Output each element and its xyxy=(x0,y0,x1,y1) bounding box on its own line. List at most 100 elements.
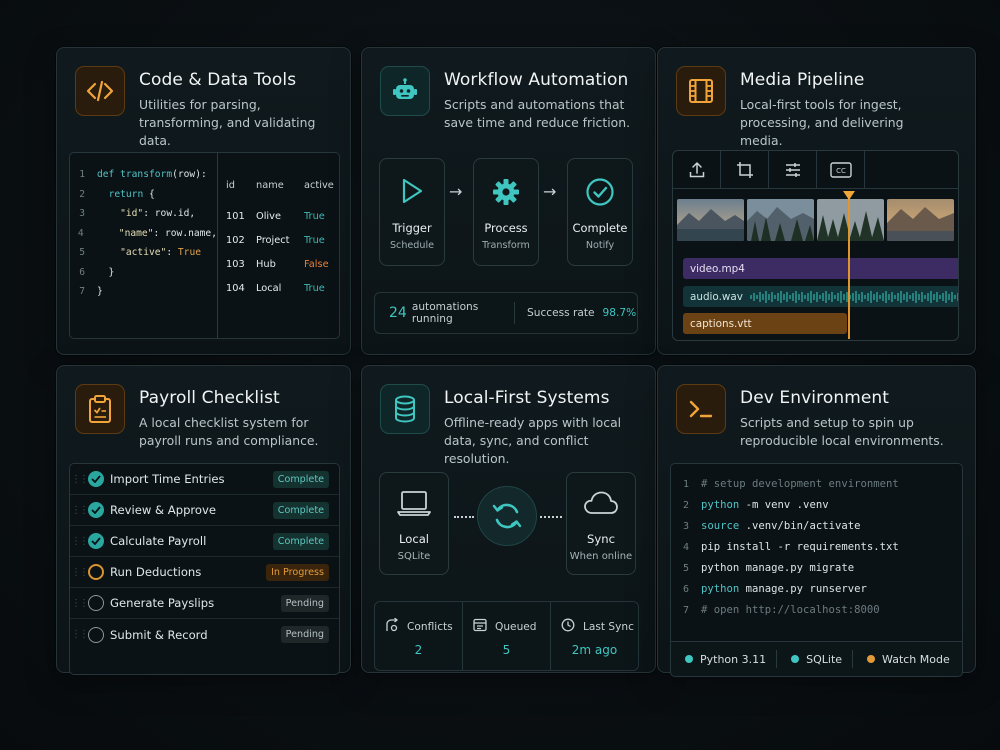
sliders-icon[interactable] xyxy=(769,151,817,189)
checklist-item-label: Generate Payslips xyxy=(110,596,215,610)
card-description: Offline-ready apps with local data, sync… xyxy=(444,415,622,466)
status-badge: Complete xyxy=(272,532,329,550)
status-dot xyxy=(867,655,876,663)
terminal-line: 2 python -m venv .venv xyxy=(682,499,829,511)
env-watch-mode[interactable]: Watch Mode xyxy=(853,650,960,668)
check-pending-icon[interactable] xyxy=(88,626,104,643)
sync-icon[interactable] xyxy=(477,486,537,546)
local-node[interactable]: Local SQLite xyxy=(379,472,449,575)
playhead-handle[interactable] xyxy=(843,191,855,200)
captions-track[interactable]: captions.vtt xyxy=(683,313,847,334)
env-python: Python 3.11 xyxy=(671,650,778,668)
flow-step-sub: Schedule xyxy=(389,240,435,251)
play-icon xyxy=(380,177,444,205)
stat-label: Conflicts xyxy=(407,620,453,633)
gear-icon xyxy=(474,177,538,207)
drag-handle-icon[interactable]: ⋮⋮ xyxy=(70,629,89,640)
database-icon xyxy=(380,384,430,434)
checklist-item[interactable]: ⋮⋮ Import Time Entries Complete xyxy=(70,464,339,495)
checklist-item[interactable]: ⋮⋮ Submit & Record Pending xyxy=(70,619,339,650)
drag-handle-icon[interactable]: ⋮⋮ xyxy=(70,598,89,609)
card-title: Media Pipeline xyxy=(740,70,865,90)
video-track[interactable]: video.mp4 xyxy=(683,258,958,279)
env-label: Watch Mode xyxy=(882,652,950,666)
success-rate: 98.7% xyxy=(602,307,637,319)
card-title: Payroll Checklist xyxy=(139,388,280,408)
upload-icon[interactable] xyxy=(673,151,721,189)
terminal-icon xyxy=(676,384,726,434)
status-badge: In Progress xyxy=(266,563,329,581)
media-pipeline-card[interactable]: Media Pipeline Local-first tools for ing… xyxy=(657,47,976,355)
payroll-checklist-card[interactable]: Payroll Checklist A local checklist syst… xyxy=(56,365,351,675)
audio-track[interactable]: audio.wav xyxy=(683,286,958,307)
status-badge: Complete xyxy=(272,501,329,519)
panel-divider xyxy=(217,153,218,338)
checklist-item-label: Submit & Record xyxy=(110,627,208,642)
table-row[interactable]: 101 Olive True xyxy=(226,204,338,228)
checklist-item[interactable]: ⋮⋮ Review & Approve Complete xyxy=(70,495,339,526)
sync-stats: Conflicts 2 Queued 5 Last Sync 2m ago xyxy=(374,601,639,671)
stat-value: 2m ago xyxy=(571,643,618,657)
checklist-item[interactable]: ⋮⋮ Generate Payslips Pending xyxy=(70,588,339,619)
drag-handle-icon[interactable]: ⋮⋮ xyxy=(70,505,89,516)
check-circle-icon xyxy=(568,177,632,207)
check-complete-icon[interactable] xyxy=(88,502,104,518)
flow-step-trigger[interactable]: Trigger Schedule xyxy=(379,158,445,266)
table-row[interactable]: 102 Project True xyxy=(226,228,338,252)
automation-stats: 24 automations running Success rate 98.7… xyxy=(374,292,638,334)
code-brackets-icon xyxy=(75,66,125,116)
drag-handle-icon[interactable]: ⋮⋮ xyxy=(70,567,89,578)
conflict-icon xyxy=(385,617,399,635)
playhead[interactable] xyxy=(848,195,850,339)
checklist-item-label: Review & Approve xyxy=(110,503,217,517)
queue-icon xyxy=(473,618,487,635)
environment-status-bar: Python 3.11 SQLite Watch Mode xyxy=(670,641,963,677)
local-first-systems-card[interactable]: Local-First Systems Offline-ready apps w… xyxy=(361,365,656,673)
captions-icon[interactable]: CC xyxy=(817,151,865,189)
drag-handle-icon[interactable]: ⋮⋮ xyxy=(70,474,89,485)
dev-environment-card[interactable]: Dev Environment Scripts and setup to spi… xyxy=(657,365,976,677)
code-line: 1 def transform(row): xyxy=(79,169,207,180)
clipboard-check-icon xyxy=(75,384,125,434)
flow-step-process[interactable]: Process Transform xyxy=(473,158,539,266)
code-line: 6 } xyxy=(79,266,115,278)
card-description: Scripts and automations that save time a… xyxy=(444,97,631,130)
checklist: ⋮⋮ Import Time Entries Complete ⋮⋮ Revie… xyxy=(69,463,340,675)
card-title: Code & Data Tools xyxy=(139,70,297,90)
stat-value: 5 xyxy=(502,643,511,657)
code-line: 3 "id": row.id, xyxy=(79,208,196,219)
table-row[interactable]: 104 Local True xyxy=(226,276,338,300)
card-title: Local-First Systems xyxy=(444,388,610,408)
running-label: automations running xyxy=(411,301,479,325)
checklist-item[interactable]: ⋮⋮ Calculate Payroll Complete xyxy=(70,526,339,557)
stat-label: Last Sync xyxy=(583,620,634,633)
flow-step-complete[interactable]: Complete Notify xyxy=(567,158,633,266)
code-line: 2 return { xyxy=(79,188,155,200)
checklist-item[interactable]: ⋮⋮ Run Deductions In Progress xyxy=(70,557,339,588)
card-description: A local checklist system for payroll run… xyxy=(139,415,319,448)
track-label: video.mp4 xyxy=(690,262,745,275)
check-complete-icon[interactable] xyxy=(88,533,104,549)
film-icon xyxy=(676,66,726,116)
media-toolbar: CC xyxy=(673,151,958,189)
terminal-line: 7 # open http://localhost:8000 xyxy=(682,604,880,616)
check-in-progress-icon[interactable] xyxy=(88,564,104,580)
status-dot xyxy=(791,655,800,663)
card-title: Workflow Automation xyxy=(444,70,629,90)
arrow-right-icon: → xyxy=(449,182,463,201)
stat-last-sync: Last Sync 2m ago xyxy=(551,602,638,670)
code-data-tools-card[interactable]: Code & Data Tools Utilities for parsing,… xyxy=(56,47,351,355)
node-label: Sync xyxy=(587,532,615,546)
thumbnail xyxy=(747,199,814,241)
check-complete-icon[interactable] xyxy=(88,471,104,487)
sync-node[interactable]: Sync When online xyxy=(566,472,636,575)
node-label: Local xyxy=(398,532,430,546)
card-title: Dev Environment xyxy=(740,388,890,408)
check-pending-icon[interactable] xyxy=(88,595,104,611)
crop-icon[interactable] xyxy=(721,151,769,189)
drag-handle-icon[interactable]: ⋮⋮ xyxy=(70,536,89,547)
code-line: 4 "name": row.name, xyxy=(77,227,217,239)
laptop-icon xyxy=(380,489,448,517)
workflow-automation-card[interactable]: Workflow Automation Scripts and automati… xyxy=(361,47,656,355)
table-row[interactable]: 103 Hub False xyxy=(226,252,338,276)
